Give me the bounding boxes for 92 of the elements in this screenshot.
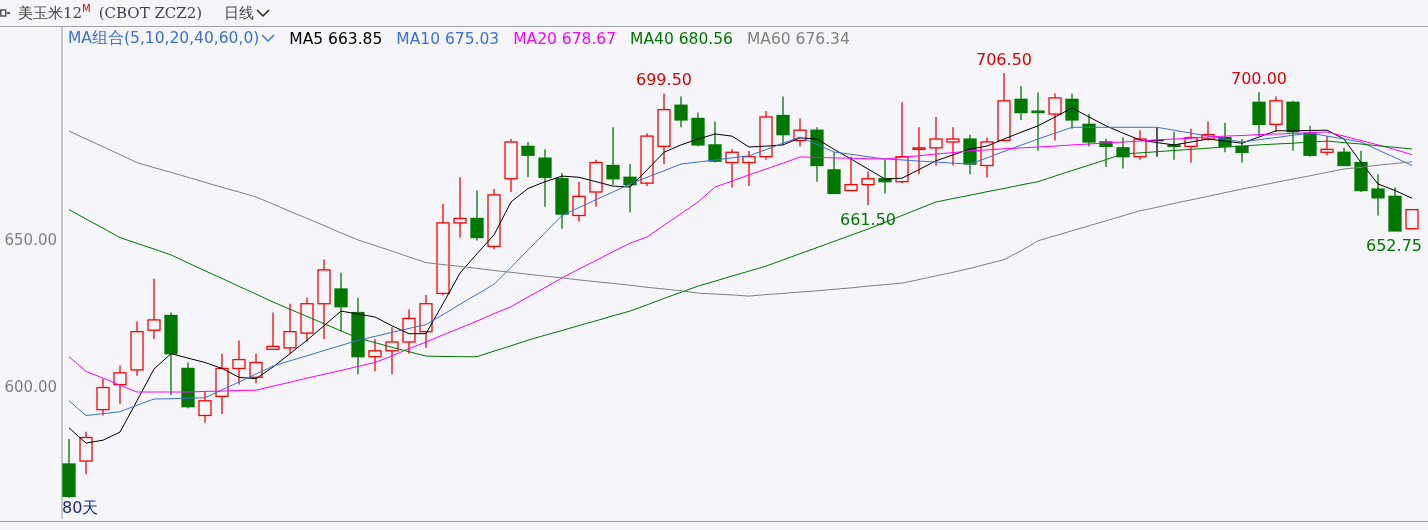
candlestick	[232, 339, 246, 386]
price-label: 700.00	[1231, 69, 1287, 88]
candlestick	[1235, 138, 1249, 164]
candlestick	[453, 176, 467, 239]
candlestick	[674, 95, 688, 128]
indicator-dropdown[interactable]: MA组合(5,10,20,40,60,0)	[68, 28, 276, 49]
candlestick	[912, 126, 926, 175]
candlestick	[1388, 186, 1402, 232]
price-label: 699.50	[636, 70, 692, 90]
price-label: 661.50	[840, 210, 896, 230]
candlestick	[1099, 138, 1113, 168]
candlestick	[368, 338, 382, 372]
candlestick	[402, 308, 416, 355]
candlestick	[997, 72, 1011, 142]
candlestick	[844, 156, 858, 192]
candlestick	[470, 189, 484, 242]
candlestick	[385, 326, 399, 375]
candlestick	[96, 378, 110, 417]
candlestick	[181, 361, 195, 409]
candlestick	[1065, 92, 1079, 130]
range-label: 80天	[62, 498, 99, 519]
indicator-reading: MA40 680.56	[630, 29, 733, 48]
candlestick	[742, 150, 756, 187]
candlestick	[946, 126, 960, 167]
period-dropdown[interactable]: 日线	[224, 3, 271, 23]
candlestick	[1116, 136, 1130, 170]
candlestick	[606, 126, 620, 186]
candlestick	[1320, 135, 1334, 156]
candlestick	[1371, 173, 1385, 217]
candlestick	[266, 311, 280, 350]
candlestick	[1133, 129, 1147, 161]
candlestick	[538, 148, 552, 208]
candlestick	[1286, 100, 1300, 152]
candlestick	[1014, 85, 1028, 121]
candlestick	[640, 132, 654, 187]
candlestick	[929, 116, 943, 167]
axis-label: 650.00	[4, 231, 57, 250]
candlestick	[776, 95, 790, 146]
candlestick	[980, 136, 994, 178]
candlestick	[725, 148, 739, 189]
candlestick	[861, 170, 875, 206]
chevron-down-icon	[256, 8, 271, 18]
candlestick	[62, 438, 76, 499]
candlestick	[1184, 128, 1198, 164]
candlestick	[249, 353, 263, 384]
candlestick	[1167, 131, 1181, 161]
axis-label: 600.00	[4, 378, 57, 397]
candlestick	[1218, 122, 1232, 153]
candlestick	[623, 163, 637, 214]
candlestick	[555, 172, 569, 230]
candlestick	[1252, 91, 1266, 137]
candlestick	[130, 320, 144, 377]
candlestick	[691, 111, 705, 148]
candlestick	[963, 134, 977, 175]
candlestick	[283, 303, 297, 355]
candlestick	[759, 110, 773, 161]
candlestick	[79, 431, 93, 475]
candlestick	[1337, 147, 1351, 167]
candlestick	[589, 159, 603, 208]
candlestick	[1269, 95, 1283, 133]
candlestick	[215, 353, 229, 415]
candlestick	[1031, 91, 1045, 152]
indicator-reading: MA10 675.03	[396, 29, 500, 48]
candlestick	[198, 391, 212, 424]
candlestick	[708, 120, 722, 164]
candlestick	[147, 278, 161, 340]
candlestick	[334, 272, 348, 333]
chevron-down-icon	[261, 34, 276, 43]
candlestick	[1303, 125, 1317, 158]
price-label: 652.75	[1366, 235, 1422, 255]
instrument-code: (CBOT ZCZ2)	[98, 4, 203, 22]
candlestick	[1082, 113, 1096, 148]
candlestick	[487, 188, 501, 250]
indicator-reading: MA5 663.85	[289, 29, 383, 48]
candlestick	[419, 294, 433, 349]
candlestick	[1201, 120, 1215, 142]
price-label: 706.50	[976, 49, 1032, 69]
candlestick	[572, 181, 586, 223]
instrument-title: 美玉米12$^{M}$	[18, 3, 91, 23]
candlestick	[521, 141, 535, 178]
candlestick	[827, 151, 841, 195]
indicator-reading: MA20 678.67	[513, 29, 617, 48]
candlestick	[1048, 92, 1062, 142]
indicator-reading: MA60 676.34	[746, 29, 850, 48]
candlestick	[300, 297, 314, 343]
candlestick	[113, 364, 127, 405]
candlestick	[1354, 150, 1368, 193]
candlestick	[810, 126, 824, 183]
candlestick	[878, 159, 892, 195]
candlestick	[793, 117, 807, 148]
candlestick	[504, 138, 518, 193]
candlestick	[1405, 209, 1419, 230]
